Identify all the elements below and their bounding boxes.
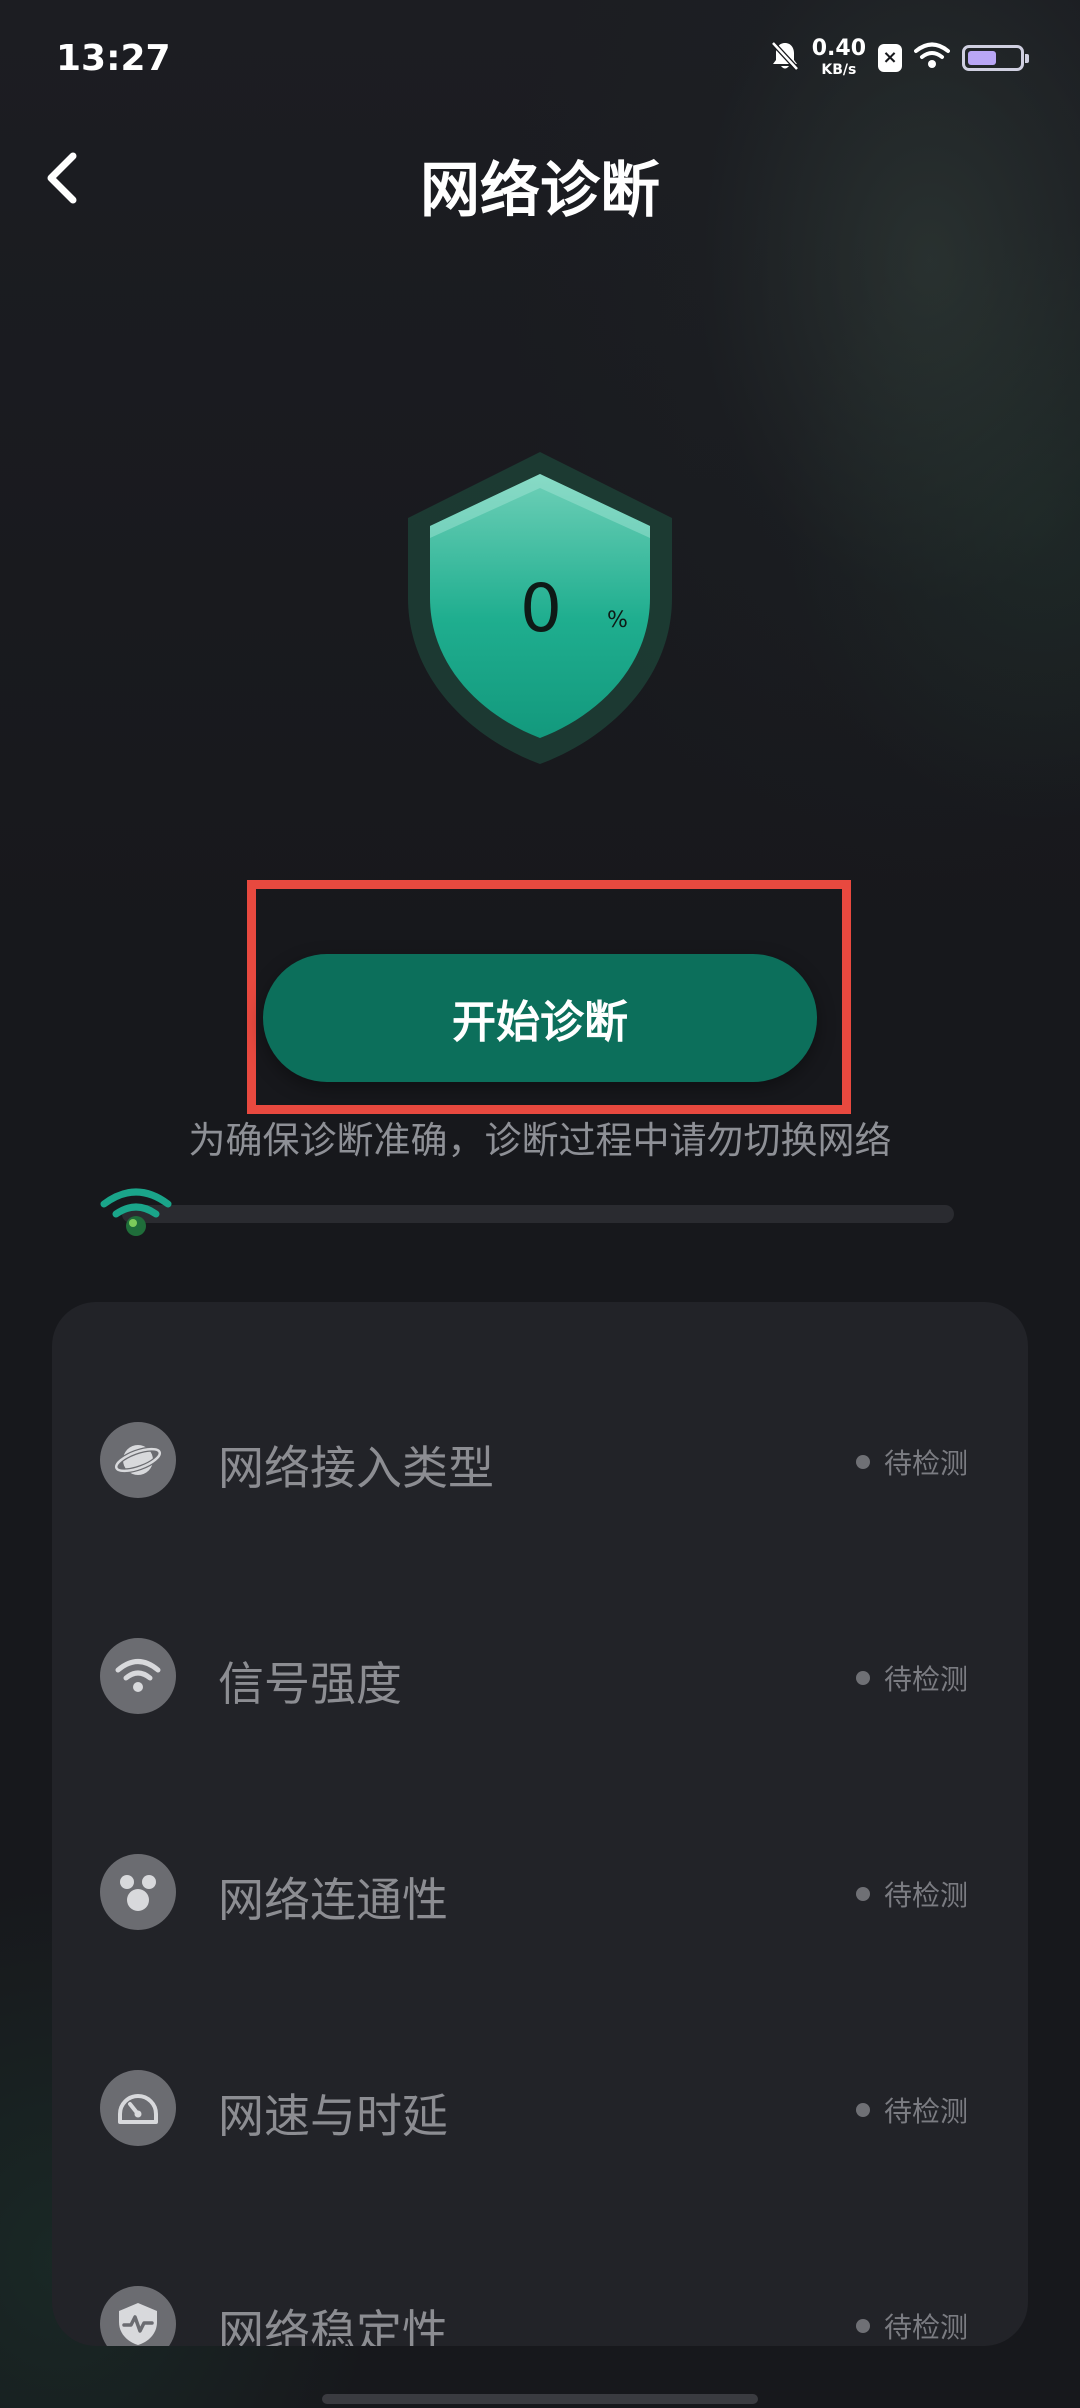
home-indicator[interactable] bbox=[322, 2394, 758, 2404]
list-item[interactable]: 网速与时延 待检测 bbox=[52, 2058, 1028, 2158]
wifi-icon bbox=[914, 42, 950, 74]
planet-icon bbox=[100, 1422, 176, 1498]
status-bar: 13:27 0.40 KB/s × bbox=[0, 0, 1080, 120]
progress-bar bbox=[122, 1205, 954, 1223]
hint-text: 为确保诊断准确，诊断过程中请勿切换网络 bbox=[188, 1119, 892, 1162]
status-text: 待检测 bbox=[883, 2095, 968, 2128]
shield-pulse-icon bbox=[100, 2286, 176, 2346]
list-item[interactable]: 网络连通性 待检测 bbox=[52, 1842, 1028, 1942]
battery-icon bbox=[962, 44, 1029, 71]
shield-percent-value: 0 bbox=[520, 570, 562, 647]
item-status: 待检测 bbox=[855, 1442, 968, 1482]
list-item[interactable]: 信号强度 待检测 bbox=[52, 1626, 1028, 1726]
list-item[interactable]: 网络接入类型 待检测 bbox=[52, 1410, 1028, 1510]
net-speed-value: 0.40 bbox=[811, 36, 866, 61]
item-label: 信号强度 bbox=[218, 1657, 402, 1711]
x-badge-icon: × bbox=[878, 43, 902, 72]
status-dot bbox=[855, 1887, 870, 1901]
item-status: 待检测 bbox=[855, 1874, 968, 1914]
battery-fill bbox=[968, 50, 996, 65]
status-icons: 0.40 KB/s × bbox=[770, 36, 1029, 78]
item-status: 待检测 bbox=[855, 2306, 968, 2346]
item-status: 待检测 bbox=[855, 2090, 968, 2130]
net-speed-unit: KB/s bbox=[821, 62, 857, 78]
item-label: 网络接入类型 bbox=[218, 1441, 494, 1495]
list-item[interactable]: 网络稳定性 待检测 bbox=[52, 2274, 1028, 2346]
start-diagnosis-button[interactable]: 开始诊断 bbox=[263, 954, 817, 1082]
status-dot bbox=[855, 1671, 870, 1685]
diagnostics-list: 网络接入类型 待检测 信号强度 待检测 网络连通性 待检测 网速与时延 待检测 … bbox=[52, 1302, 1028, 2346]
nodes-icon bbox=[100, 1854, 176, 1930]
net-speed: 0.40 KB/s bbox=[811, 36, 866, 78]
item-label: 网络稳定性 bbox=[218, 2305, 448, 2346]
speedometer-icon bbox=[100, 2070, 176, 2146]
item-label: 网络连通性 bbox=[218, 1873, 448, 1927]
network-diagnosis-screen: 13:27 0.40 KB/s × 网络诊断 0 % 开始诊断 为确保诊断准确，… bbox=[0, 0, 1080, 2408]
wifi-icon bbox=[100, 1638, 176, 1714]
status-text: 待检测 bbox=[883, 2311, 968, 2344]
status-dot bbox=[855, 1455, 870, 1469]
status-dot bbox=[855, 2319, 870, 2333]
status-text: 待检测 bbox=[883, 1663, 968, 1696]
progress-shield: 0 % bbox=[400, 448, 680, 768]
status-time: 13:27 bbox=[56, 38, 171, 79]
wifi-globe-icon bbox=[100, 1186, 172, 1238]
mute-bell-icon bbox=[770, 40, 800, 76]
item-label: 网速与时延 bbox=[218, 2089, 448, 2143]
status-text: 待检测 bbox=[883, 1879, 968, 1912]
page-title: 网络诊断 bbox=[420, 156, 660, 226]
status-dot bbox=[855, 2103, 870, 2117]
status-text: 待检测 bbox=[883, 1447, 968, 1480]
item-status: 待检测 bbox=[855, 1658, 968, 1698]
shield-percent-unit: % bbox=[607, 608, 628, 633]
